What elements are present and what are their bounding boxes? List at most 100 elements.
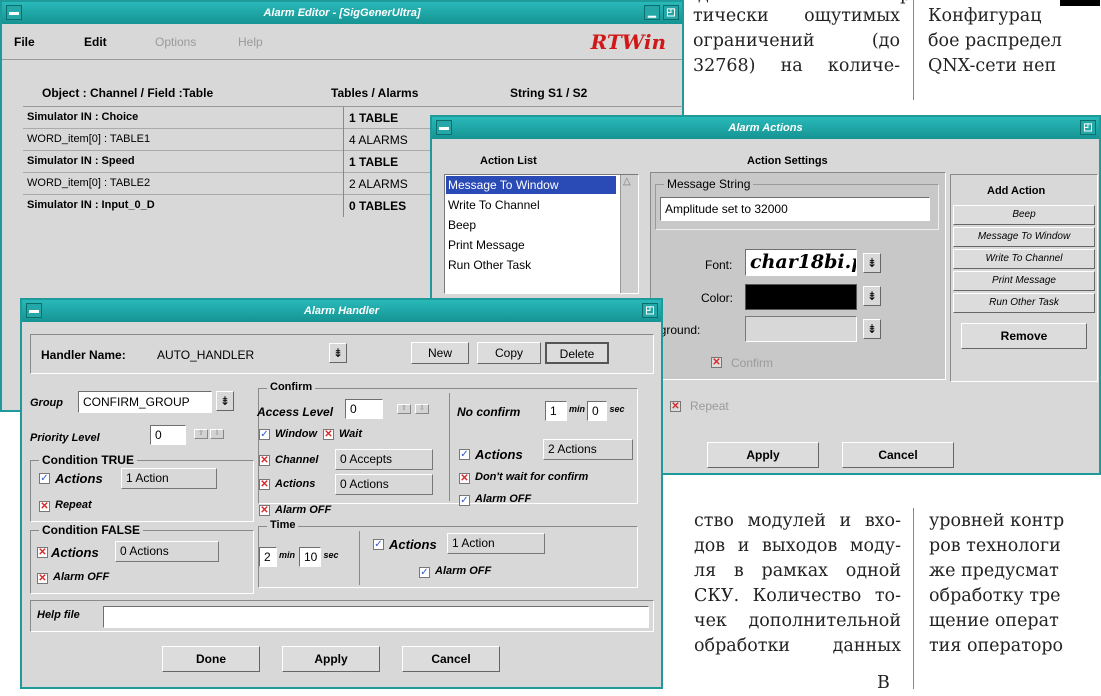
time-alarm-off-checkbox[interactable]: ✓ — [419, 567, 430, 578]
menu-help[interactable]: Help — [238, 35, 263, 49]
alarm-editor-titlebar[interactable]: Alarm Editor - [SigGenerUltra] ▬ ▁ ◰ — [2, 2, 682, 24]
row-object: WORD_item[0] : TABLE1 — [27, 133, 151, 145]
column-rule — [913, 0, 914, 100]
column-rule — [913, 508, 914, 689]
action-list-item[interactable]: Run Other Task — [448, 256, 531, 274]
scroll-up-icon[interactable]: △ — [623, 176, 631, 187]
window-menu-icon[interactable]: ▬ — [436, 120, 452, 135]
maximize-icon[interactable]: ◰ — [663, 5, 679, 20]
priority-level-input[interactable]: 0 — [150, 425, 186, 445]
handler-apply-button[interactable]: Apply — [282, 646, 380, 672]
add-message-to-window-button[interactable]: Message To Window — [953, 227, 1095, 247]
action-list[interactable]: Message To Window Write To Channel Beep … — [444, 174, 639, 294]
alarm-handler-window: Alarm Handler ▬ ◰ Handler Name: AUTO_HAN… — [20, 298, 663, 689]
menu-bar: File Edit Options Help RTWin — [2, 24, 682, 60]
copy-button[interactable]: Copy — [477, 342, 541, 364]
minimize-icon[interactable]: ▁ — [644, 5, 660, 20]
actions-apply-button[interactable]: Apply — [707, 442, 819, 468]
no-confirm-label: No confirm — [457, 405, 521, 419]
channel-checkbox[interactable]: ✕ — [259, 455, 270, 466]
done-button[interactable]: Done — [162, 646, 260, 672]
action-list-item-selected[interactable]: Message To Window — [446, 176, 616, 194]
condition-true-actions-label: Actions — [55, 471, 103, 486]
window-menu-icon[interactable]: ▬ — [26, 303, 42, 318]
confirm-checkbox[interactable]: ✕ — [711, 357, 722, 368]
text-line: ров технологи — [929, 536, 1061, 556]
wait-checkbox[interactable]: ✕ — [323, 429, 334, 440]
condition-true-actions-field[interactable]: 1 Action — [121, 468, 217, 489]
access-level-up-icon[interactable]: ⇧ — [397, 404, 411, 414]
add-beep-button[interactable]: Beep — [953, 205, 1095, 225]
no-confirm-min-input[interactable]: 1 — [545, 401, 567, 421]
vertical-scrollbar[interactable]: △ — [620, 175, 638, 293]
new-button[interactable]: New — [411, 342, 469, 364]
access-level-input[interactable]: 0 — [345, 399, 383, 419]
condition-false-actions-label: Actions — [51, 545, 99, 560]
time-actions-field[interactable]: 1 Action — [447, 533, 545, 554]
font-input[interactable]: char18bi.p — [745, 249, 857, 276]
dont-wait-checkbox[interactable]: ✕ — [459, 473, 470, 484]
time-group: Time 2 min 10 sec ✓ Actions 1 Action ✓ A… — [258, 519, 638, 588]
action-list-item[interactable]: Beep — [448, 216, 476, 234]
remove-button[interactable]: Remove — [961, 323, 1087, 349]
background-dropdown-icon[interactable]: ⇟ — [863, 319, 881, 339]
menu-file[interactable]: File — [14, 35, 35, 49]
time-min-input[interactable]: 2 — [259, 547, 277, 567]
row-tables: 2 ALARMS — [349, 177, 408, 191]
font-dropdown-icon[interactable]: ⇟ — [863, 253, 881, 273]
help-file-input[interactable] — [103, 606, 649, 628]
window-menu-icon[interactable]: ▬ — [6, 5, 22, 20]
handler-name-dropdown-icon[interactable]: ⇟ — [329, 343, 347, 363]
time-actions-checkbox[interactable]: ✓ — [373, 539, 384, 550]
condition-true-actions-checkbox[interactable]: ✓ — [39, 473, 50, 484]
action-list-item[interactable]: Write To Channel — [448, 196, 540, 214]
condition-false-actions-checkbox[interactable]: ✕ — [37, 547, 48, 558]
alarm-handler-titlebar[interactable]: Alarm Handler ▬ ◰ — [22, 300, 661, 322]
no-confirm-sec-input[interactable]: 0 — [587, 401, 607, 421]
handler-cancel-button[interactable]: Cancel — [402, 646, 500, 672]
action-list-label: Action List — [480, 155, 537, 167]
condition-false-actions-field[interactable]: 0 Actions — [115, 541, 219, 562]
confirm-actions-checkbox[interactable]: ✕ — [259, 479, 270, 490]
row-tables: 4 ALARMS — [349, 133, 408, 147]
condition-false-alarm-off-checkbox[interactable]: ✕ — [37, 573, 48, 584]
repeat-checkbox[interactable]: ✕ — [670, 401, 681, 412]
confirm-alarm-off-checkbox[interactable]: ✕ — [259, 505, 270, 516]
add-run-other-task-button[interactable]: Run Other Task — [953, 293, 1095, 313]
time-sec-input[interactable]: 10 — [299, 547, 321, 567]
maximize-icon[interactable]: ◰ — [1080, 120, 1096, 135]
condition-true-repeat-checkbox[interactable]: ✕ — [39, 501, 50, 512]
group-dropdown-icon[interactable]: ⇟ — [216, 391, 234, 411]
group-input[interactable]: CONFIRM_GROUP — [78, 391, 212, 413]
confirm-actions-label: Actions — [275, 478, 316, 490]
delete-button[interactable]: Delete — [545, 342, 609, 364]
actions-cancel-button[interactable]: Cancel — [842, 442, 954, 468]
action-list-item[interactable]: Print Message — [448, 236, 525, 254]
access-level-down-icon[interactable]: ⇩ — [415, 404, 429, 414]
handler-name-value[interactable]: AUTO_HANDLER — [157, 348, 254, 362]
priority-up-icon[interactable]: ⇧ — [194, 429, 208, 439]
window-title: Alarm Actions — [728, 122, 803, 134]
channel-accepts-field[interactable]: 0 Accepts — [335, 449, 433, 470]
no-confirm-actions-field[interactable]: 2 Actions — [543, 439, 633, 460]
add-write-to-channel-button[interactable]: Write To Channel — [953, 249, 1095, 269]
window-checkbox[interactable]: ✓ — [259, 429, 270, 440]
color-swatch[interactable] — [745, 284, 857, 310]
brand-logo: RTWin — [590, 30, 666, 54]
maximize-icon[interactable]: ◰ — [642, 303, 658, 318]
channel-label: Channel — [275, 454, 319, 466]
no-confirm-alarm-off-checkbox[interactable]: ✓ — [459, 495, 470, 506]
background-swatch[interactable] — [745, 316, 857, 342]
confirm-actions-field[interactable]: 0 Actions — [335, 474, 433, 495]
no-confirm-actions-checkbox[interactable]: ✓ — [459, 449, 470, 460]
confirm-group: Confirm Access Level 0 ⇧ ⇩ ✓ Window ✕ Wa… — [257, 381, 638, 516]
magazine-stray-char: В — [877, 673, 890, 693]
add-action-label: Add Action — [987, 185, 1046, 197]
color-dropdown-icon[interactable]: ⇟ — [863, 286, 881, 306]
priority-down-icon[interactable]: ⇩ — [210, 429, 224, 439]
menu-edit[interactable]: Edit — [84, 35, 107, 49]
alarm-actions-titlebar[interactable]: Alarm Actions ▬ ◰ — [432, 117, 1099, 139]
menu-options[interactable]: Options — [155, 35, 196, 49]
message-string-input[interactable]: Amplitude set to 32000 — [660, 197, 930, 221]
add-print-message-button[interactable]: Print Message — [953, 271, 1095, 291]
